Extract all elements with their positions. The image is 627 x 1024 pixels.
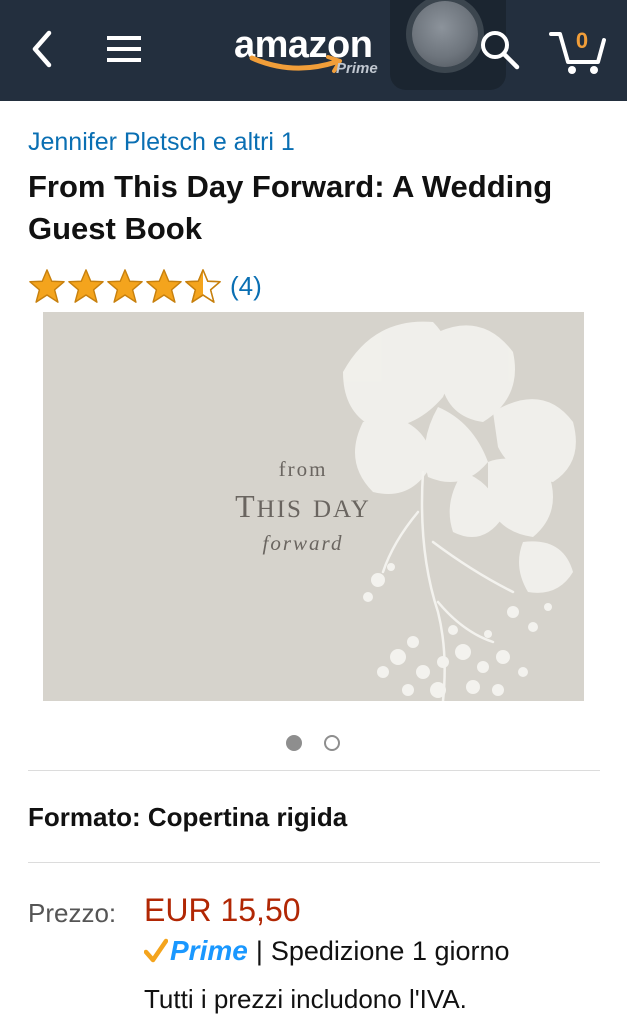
cover-line-from: from: [278, 457, 328, 481]
author-link[interactable]: Jennifer Pletsch e altri 1: [28, 128, 295, 157]
star-full-icon: [29, 269, 65, 303]
price-value: EUR 15,50: [144, 892, 301, 928]
cover-word-his: HIS: [256, 496, 303, 523]
rating-summary[interactable]: (4): [28, 266, 262, 306]
shipping-text: Spedizione 1 giorno: [270, 935, 510, 966]
product-title: From This Day Forward: A Wedding Guest B…: [28, 169, 553, 246]
rating-count: (4): [230, 270, 262, 301]
top-navigation-bar: amazon Prime 0: [0, 0, 627, 101]
chevron-left-icon: [32, 30, 52, 68]
cart-button[interactable]: 0: [548, 20, 608, 78]
pagination-dot[interactable]: [324, 735, 340, 751]
hamburger-menu-icon: [107, 36, 141, 62]
vat-note: Tutti i prezzi includono l'IVA.: [144, 984, 467, 1014]
cover-line-forward: forward: [262, 531, 344, 555]
logo-prime-text: Prime: [336, 60, 378, 77]
amazon-prime-logo[interactable]: amazon Prime: [226, 18, 396, 84]
back-button[interactable]: [20, 22, 64, 76]
prime-check-icon: [144, 938, 168, 963]
divider: [28, 770, 600, 771]
cover-title: from THIS DAY forward: [213, 457, 393, 556]
star-full-icon: [146, 269, 182, 303]
star-rating: [28, 267, 222, 305]
cover-initial-t: T: [235, 488, 257, 524]
pagination-dot-active[interactable]: [286, 735, 302, 751]
cover-word-ay: AY: [333, 496, 371, 523]
image-pagination: [286, 735, 340, 751]
smile-arrow-icon: [249, 55, 342, 73]
star-half-icon: [185, 269, 221, 303]
cart-count: 0: [575, 28, 589, 53]
menu-button[interactable]: [100, 24, 148, 74]
format-selector[interactable]: Formato: Copertina rigida: [28, 802, 347, 833]
star-full-icon: [68, 269, 104, 303]
star-full-icon: [107, 269, 143, 303]
prime-shipping-row: Prime | Spedizione 1 giorno: [144, 932, 510, 970]
product-image[interactable]: from THIS DAY forward: [43, 312, 584, 701]
search-icon: [481, 31, 520, 70]
cover-line-main: THIS DAY: [213, 488, 393, 525]
search-button[interactable]: [476, 26, 524, 74]
prime-label: Prime: [170, 935, 248, 966]
divider: [28, 862, 600, 863]
assistive-touch-button[interactable]: [412, 1, 478, 67]
shipping-separator: |: [255, 935, 263, 966]
cover-initial-d: D: [312, 496, 334, 523]
price-label: Prezzo:: [28, 898, 117, 928]
